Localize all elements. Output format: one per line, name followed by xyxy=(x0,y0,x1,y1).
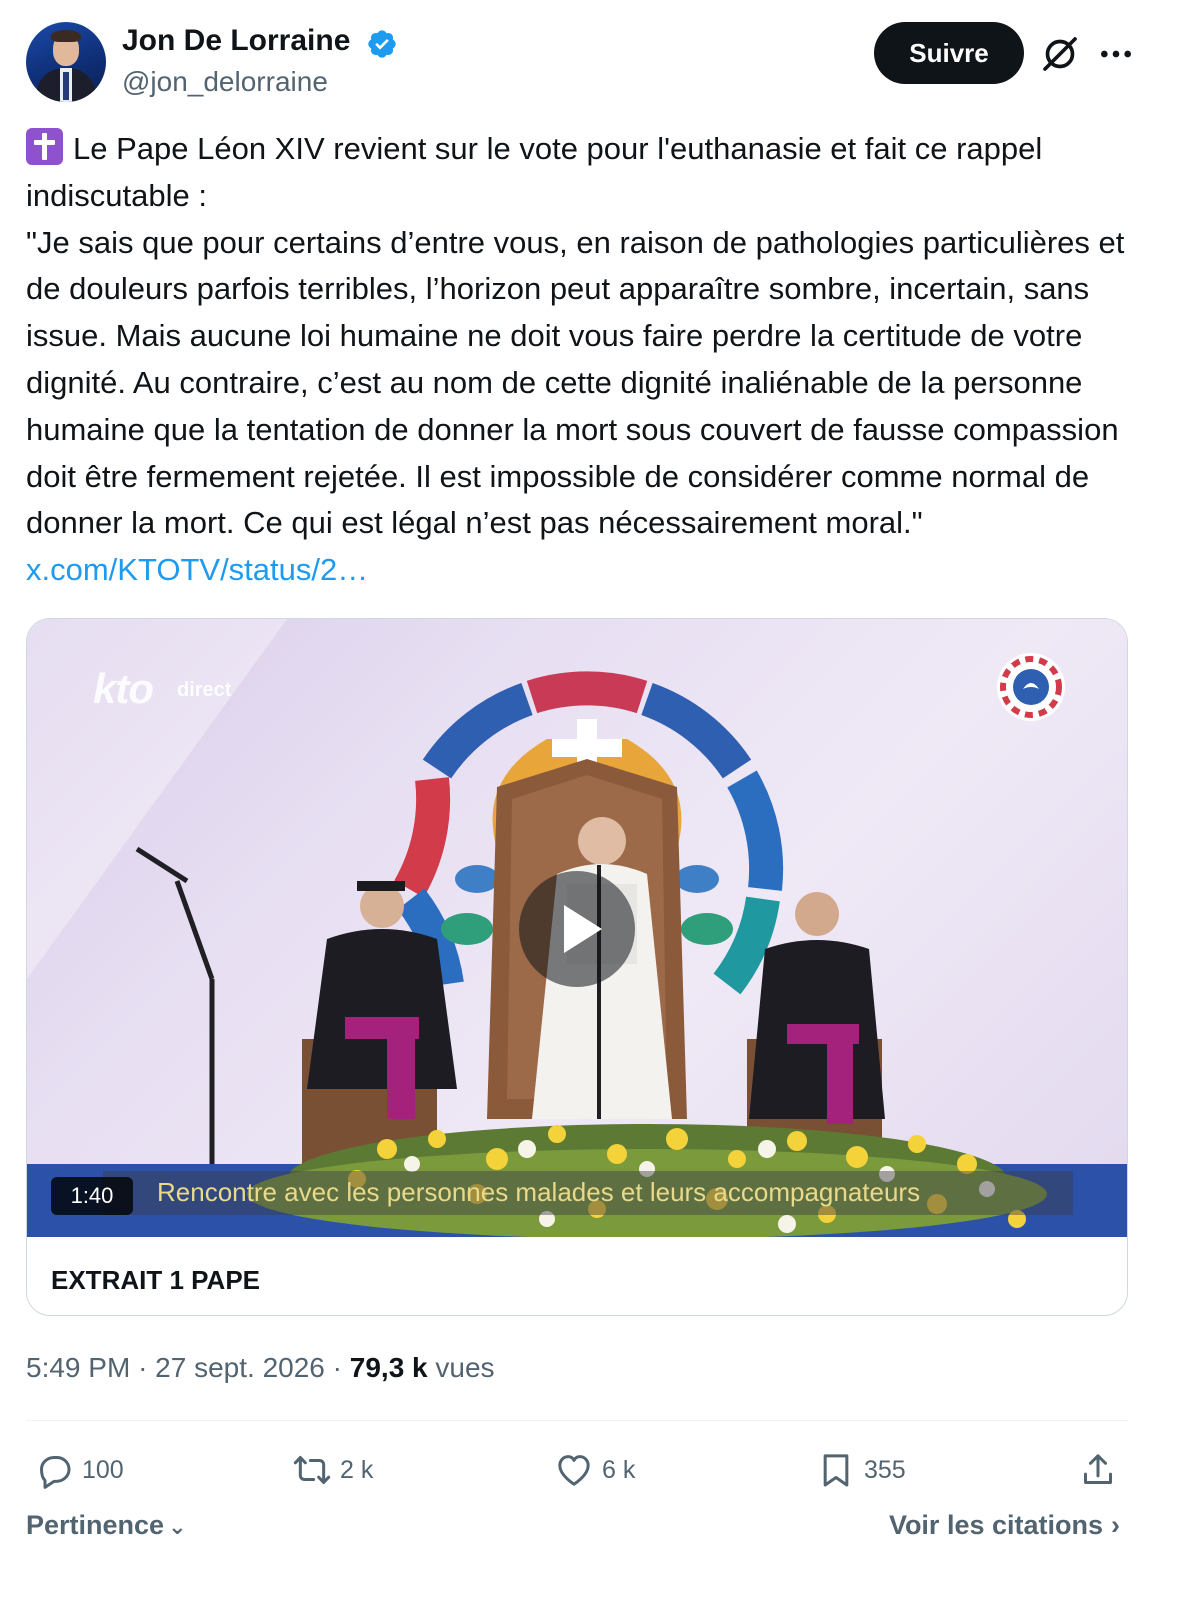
action-bar: 100 2 k 6 k 355 xyxy=(26,1440,1128,1500)
tweet-intro-text: Le Pape Léon XIV revient sur le vote pou… xyxy=(26,131,1043,213)
tweet-time[interactable]: 5:49 PM xyxy=(26,1352,130,1383)
bookmark-icon xyxy=(823,1454,849,1487)
like-count: 6 k xyxy=(602,1455,636,1484)
views-count: 79,3 k xyxy=(349,1352,428,1383)
grok-icon[interactable] xyxy=(1040,34,1080,74)
repost-button[interactable]: 2 k xyxy=(292,1440,373,1500)
chevron-down-icon: ⌄ xyxy=(168,1514,187,1539)
chevron-right-icon: › xyxy=(1111,1510,1120,1540)
play-icon[interactable] xyxy=(519,871,635,987)
video-duration: 1:40 xyxy=(51,1177,133,1215)
tweet-link[interactable]: x.com/KTOTV/status/2… xyxy=(26,552,368,587)
reply-icon xyxy=(40,1456,71,1489)
tweet-quote-text: "Je sais que pour certains d’entre vous,… xyxy=(26,224,1125,541)
sort-label: Pertinence xyxy=(26,1510,165,1540)
verified-badge-icon xyxy=(368,30,396,58)
reply-count: 100 xyxy=(82,1455,124,1484)
display-name[interactable]: Jon De Lorraine xyxy=(122,24,350,58)
user-handle[interactable]: @jon_delorraine xyxy=(122,66,328,98)
reply-button[interactable]: 100 xyxy=(34,1440,124,1500)
replies-footer: Pertinence ⌄ Voir les citations › xyxy=(26,1510,1128,1550)
avatar[interactable] xyxy=(26,22,106,102)
kto-logo: kto xyxy=(93,665,154,712)
share-icon xyxy=(1084,1454,1112,1484)
more-icon[interactable] xyxy=(1096,34,1136,74)
latin-cross-emoji-icon xyxy=(26,128,63,165)
views-label: vues xyxy=(435,1352,495,1383)
tweet-quote: "Je sais que pour certains d’entre vous,… xyxy=(26,220,1136,594)
repost-icon xyxy=(293,1456,331,1484)
tweet-date[interactable]: 27 sept. 2026 xyxy=(155,1352,325,1383)
meta-separator: · xyxy=(138,1352,148,1383)
view-quotes-link[interactable]: Voir les citations › xyxy=(889,1510,1120,1541)
share-button[interactable] xyxy=(1078,1440,1126,1500)
heart-icon xyxy=(558,1455,590,1486)
card-title[interactable]: EXTRAIT 1 PAPE xyxy=(51,1265,260,1296)
bookmark-button[interactable]: 355 xyxy=(816,1440,906,1500)
video-player[interactable]: kto direct Rencontre avec les personnes … xyxy=(27,619,1127,1237)
bookmark-count: 355 xyxy=(864,1455,906,1484)
repost-count: 2 k xyxy=(340,1455,374,1484)
video-subtitle: Rencontre avec les personnes malades et … xyxy=(157,1177,921,1207)
media-card[interactable]: kto direct Rencontre avec les personnes … xyxy=(26,618,1128,1316)
tweet-meta: 5:49 PM · 27 sept. 2026 · 79,3 k vues xyxy=(26,1352,495,1384)
kto-direct-label: direct xyxy=(177,679,232,701)
sort-dropdown[interactable]: Pertinence ⌄ xyxy=(26,1510,187,1541)
meta-separator: · xyxy=(332,1352,342,1383)
tweet-intro: Le Pape Léon XIV revient sur le vote pou… xyxy=(26,126,1136,220)
view-quotes-label: Voir les citations xyxy=(888,1510,1103,1540)
follow-button[interactable]: Suivre xyxy=(874,22,1024,84)
divider xyxy=(26,1420,1128,1421)
like-button[interactable]: 6 k xyxy=(554,1440,635,1500)
tweet-header: Jon De Lorraine @jon_delorraine Suivre xyxy=(26,22,1160,102)
tweet-text: Le Pape Léon XIV revient sur le vote pou… xyxy=(26,126,1136,594)
